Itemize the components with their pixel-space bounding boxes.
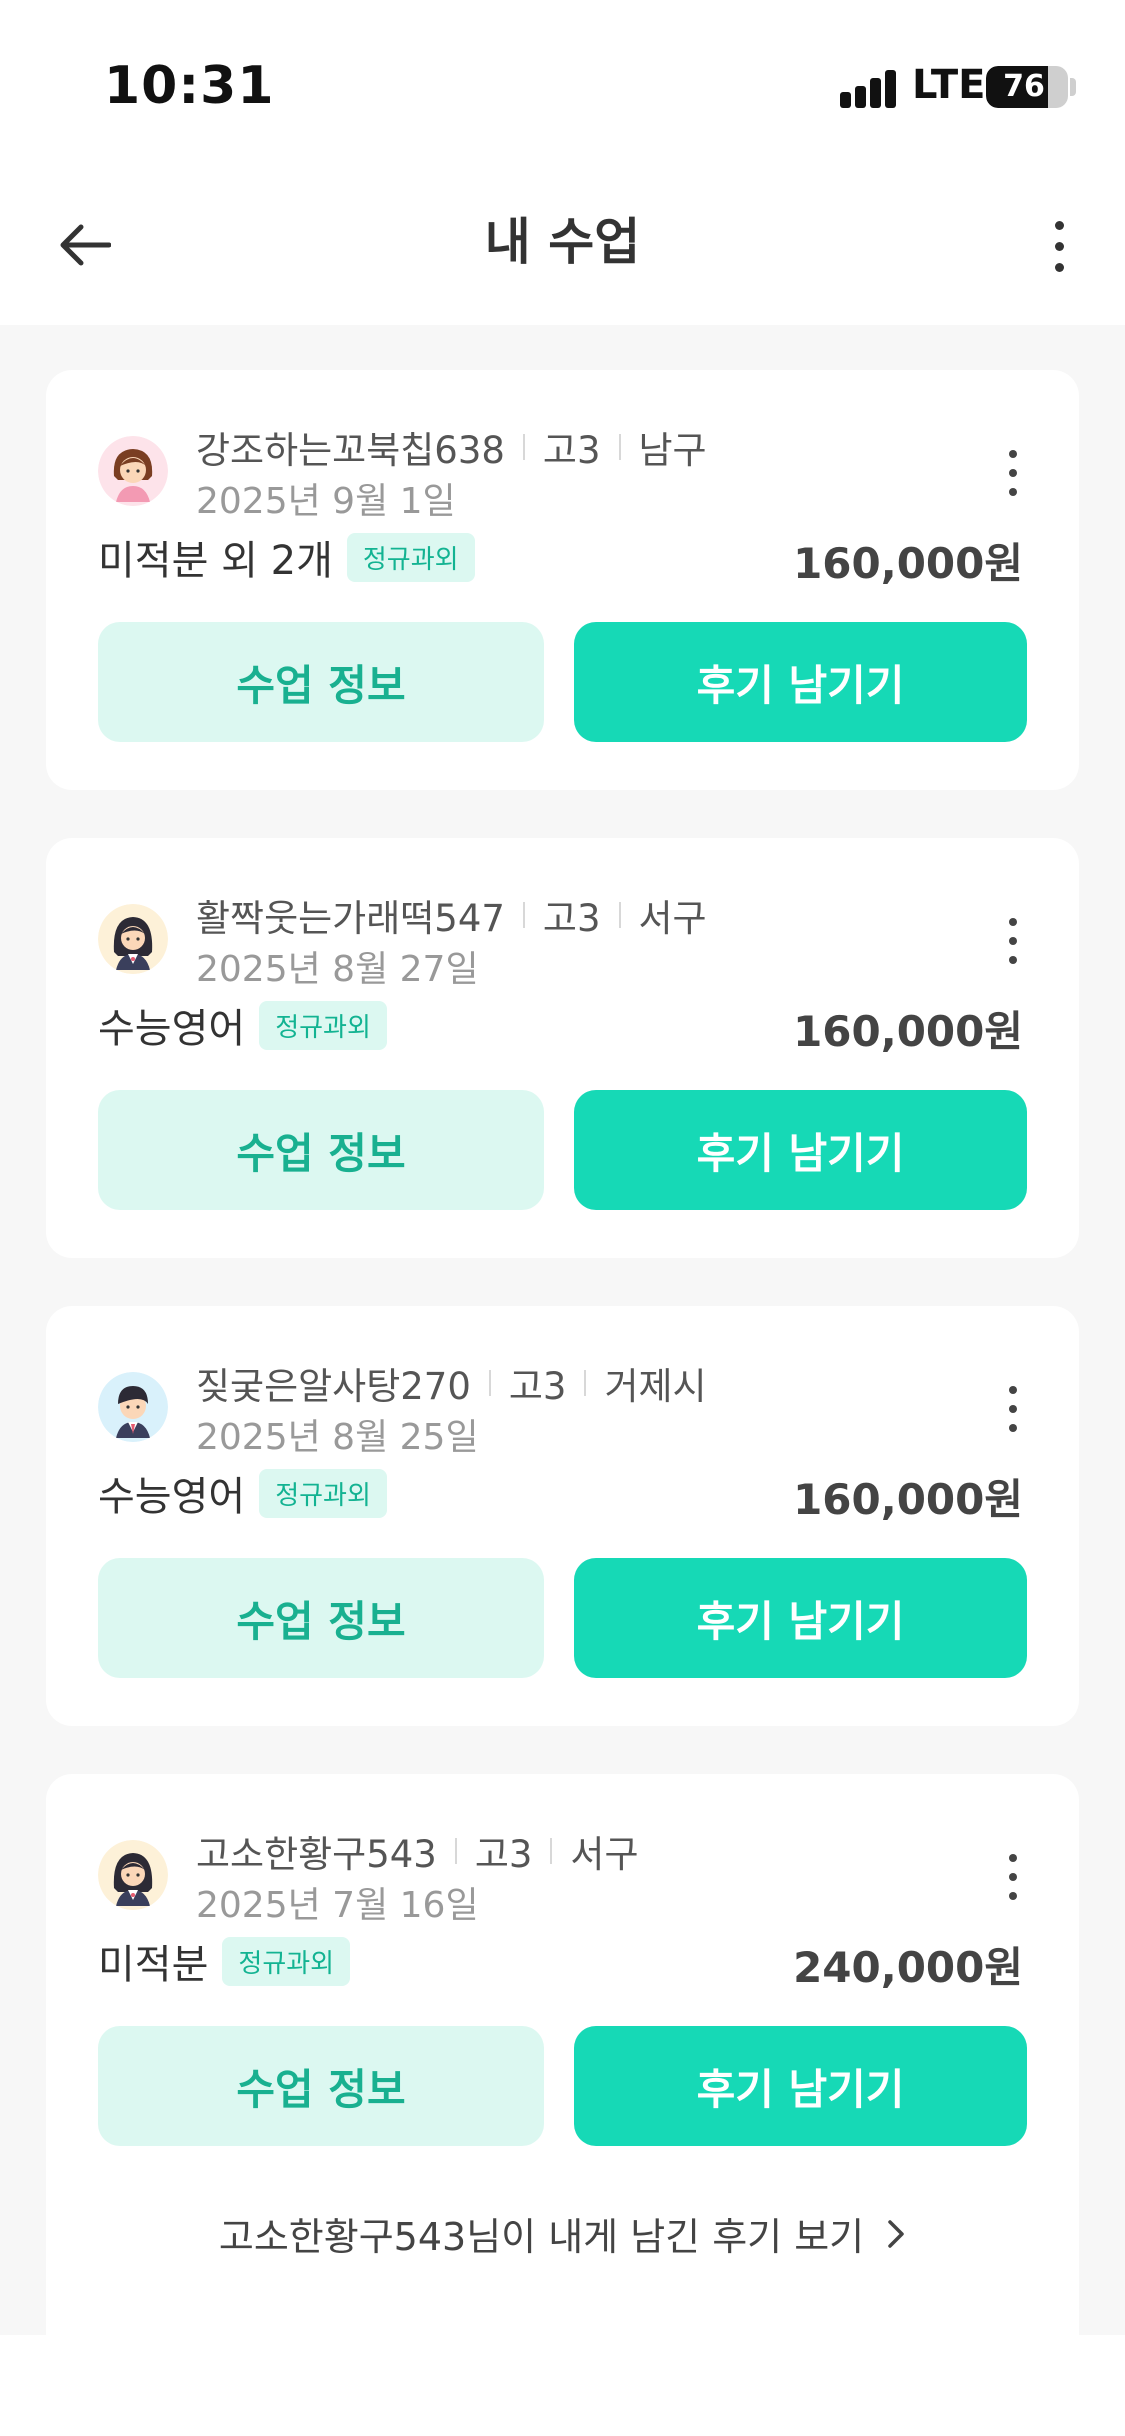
class-info-button[interactable]: 수업 정보 <box>98 2026 544 2146</box>
student-name: 강조하는꼬북칩638 <box>196 429 505 472</box>
divider <box>488 1370 491 1396</box>
student-region: 서구 <box>638 897 707 940</box>
chevron-right-icon <box>886 2218 906 2250</box>
student-name: 활짝웃는가래떡547 <box>196 897 505 940</box>
class-info-button[interactable]: 수업 정보 <box>98 1558 544 1678</box>
more-vertical-icon <box>1009 450 1017 458</box>
subject-line: 미적분 정규과외 <box>98 1932 351 1990</box>
status-time: 10:31 <box>104 56 275 116</box>
status-bar: 10:31 LTE 76 <box>0 0 1125 170</box>
student-region: 남구 <box>638 429 707 472</box>
header-more-button[interactable] <box>1029 206 1089 286</box>
student-grade: 고3 <box>508 1365 567 1408</box>
class-price: 160,000원 <box>793 1007 1023 1056</box>
class-list: 강조하는꼬북칩638 고3 남구 2025년 9월 1일 미적분 외 2개 정규… <box>0 325 1125 2374</box>
student-girl-avatar-icon <box>98 1840 168 1910</box>
divider <box>550 1838 553 1864</box>
subject-line: 수능영어 정규과외 <box>98 1464 387 1522</box>
class-price: 160,000원 <box>793 1475 1023 1524</box>
divider <box>618 434 621 460</box>
signal-icon <box>840 68 900 108</box>
divider <box>522 902 525 928</box>
girl-avatar-icon <box>98 436 168 506</box>
class-date: 2025년 8월 25일 <box>196 1417 479 1458</box>
card-more-button[interactable] <box>993 1374 1033 1444</box>
more-vertical-icon <box>1009 1854 1017 1862</box>
write-review-button[interactable]: 후기 남기기 <box>574 1558 1027 1678</box>
class-subject: 수능영어 <box>98 1006 246 1052</box>
class-subject: 수능영어 <box>98 1474 246 1520</box>
class-date: 2025년 9월 1일 <box>196 481 456 522</box>
student-name: 짖궂은알사탕270 <box>196 1365 471 1408</box>
class-type-badge: 정규과외 <box>222 1936 351 1986</box>
class-card: 강조하는꼬북칩638 고3 남구 2025년 9월 1일 미적분 외 2개 정규… <box>46 370 1079 790</box>
battery-icon: 76 <box>986 66 1068 108</box>
student-girl-avatar-icon <box>98 904 168 974</box>
class-subject: 미적분 <box>98 1942 209 1988</box>
student-grade: 고3 <box>542 429 601 472</box>
more-vertical-icon <box>1054 220 1064 230</box>
battery-level: 76 <box>1003 69 1045 104</box>
class-subject: 미적분 외 2개 <box>98 538 333 584</box>
divider <box>584 1370 587 1396</box>
class-date: 2025년 8월 27일 <box>196 949 479 990</box>
received-review-link[interactable]: 고소한황구543님이 내게 남긴 후기 보기 <box>46 2206 1079 2261</box>
class-type-badge: 정규과외 <box>259 1000 387 1050</box>
class-card: 고소한황구543 고3 서구 2025년 7월 16일 미적분 정규과외 240… <box>46 1774 1079 2374</box>
divider <box>522 434 525 460</box>
divider <box>454 1838 457 1864</box>
student-region: 서구 <box>570 1833 639 1876</box>
card-more-button[interactable] <box>993 906 1033 976</box>
student-info: 활짝웃는가래떡547 고3 서구 <box>196 888 707 942</box>
class-price: 160,000원 <box>793 539 1023 588</box>
class-date: 2025년 7월 16일 <box>196 1885 479 1926</box>
class-card: 짖궂은알사탕270 고3 거제시 2025년 8월 25일 수능영어 정규과외 … <box>46 1306 1079 1726</box>
student-boy-avatar-icon <box>98 1372 168 1442</box>
more-vertical-icon <box>1009 918 1017 926</box>
student-info: 짖궂은알사탕270 고3 거제시 <box>196 1356 707 1410</box>
divider <box>618 902 621 928</box>
card-more-button[interactable] <box>993 1842 1033 1912</box>
class-price: 240,000원 <box>793 1943 1023 1992</box>
class-info-button[interactable]: 수업 정보 <box>98 1090 544 1210</box>
app-header: 내 수업 <box>0 170 1125 325</box>
battery-tip <box>1070 78 1076 96</box>
bottom-safe-area <box>0 2335 1125 2436</box>
student-grade: 고3 <box>474 1833 533 1876</box>
class-type-badge: 정규과외 <box>259 1468 387 1518</box>
received-review-link-text: 고소한황구543님이 내게 남긴 후기 보기 <box>218 2215 865 2259</box>
page-title: 내 수업 <box>484 213 641 271</box>
subject-line: 수능영어 정규과외 <box>98 996 387 1054</box>
class-info-button[interactable]: 수업 정보 <box>98 622 544 742</box>
network-type: LTE <box>912 62 986 108</box>
student-region: 거제시 <box>604 1365 707 1408</box>
write-review-button[interactable]: 후기 남기기 <box>574 2026 1027 2146</box>
card-more-button[interactable] <box>993 438 1033 508</box>
student-info: 고소한황구543 고3 서구 <box>196 1824 639 1878</box>
class-type-badge: 정규과외 <box>346 532 475 582</box>
subject-line: 미적분 외 2개 정규과외 <box>98 528 475 586</box>
student-info: 강조하는꼬북칩638 고3 남구 <box>196 420 707 474</box>
write-review-button[interactable]: 후기 남기기 <box>574 622 1027 742</box>
write-review-button[interactable]: 후기 남기기 <box>574 1090 1027 1210</box>
class-card: 활짝웃는가래떡547 고3 서구 2025년 8월 27일 수능영어 정규과외 … <box>46 838 1079 1258</box>
more-vertical-icon <box>1009 1386 1017 1394</box>
student-grade: 고3 <box>542 897 601 940</box>
student-name: 고소한황구543 <box>196 1833 437 1876</box>
